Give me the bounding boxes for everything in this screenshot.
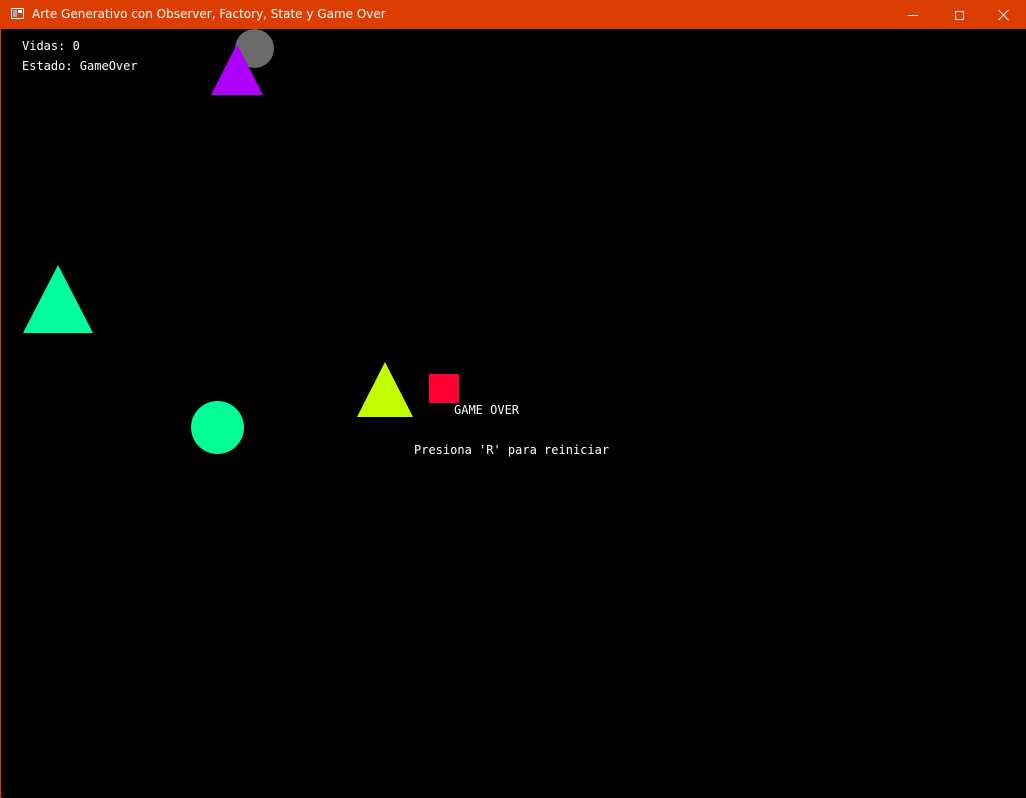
game-canvas[interactable]: Vidas: 0 Estado: GameOver GAME OVER Pres… bbox=[2, 29, 1026, 798]
maximize-icon bbox=[954, 10, 964, 20]
purple-triangle bbox=[211, 44, 263, 95]
close-button[interactable] bbox=[981, 1, 1026, 29]
window-title: Arte Generativo con Observer, Factory, S… bbox=[32, 7, 386, 21]
title-bar[interactable]: Arte Generativo con Observer, Factory, S… bbox=[1, 1, 1025, 29]
close-icon bbox=[998, 9, 1010, 21]
minimize-button[interactable] bbox=[890, 1, 936, 29]
app-icon bbox=[11, 8, 24, 19]
teal-triangle bbox=[23, 265, 93, 333]
teal-circle bbox=[191, 401, 244, 454]
red-square bbox=[429, 374, 459, 403]
restart-prompt: Presiona 'R' para reiniciar bbox=[414, 443, 610, 457]
app-window: Arte Generativo con Observer, Factory, S… bbox=[0, 0, 1026, 798]
lives-counter: Vidas: 0 bbox=[22, 39, 80, 53]
game-over-title: GAME OVER bbox=[454, 403, 520, 417]
minimize-icon bbox=[908, 14, 918, 16]
state-label: Estado: GameOver bbox=[22, 59, 138, 73]
lime-triangle bbox=[357, 362, 413, 417]
maximize-button[interactable] bbox=[936, 1, 982, 29]
